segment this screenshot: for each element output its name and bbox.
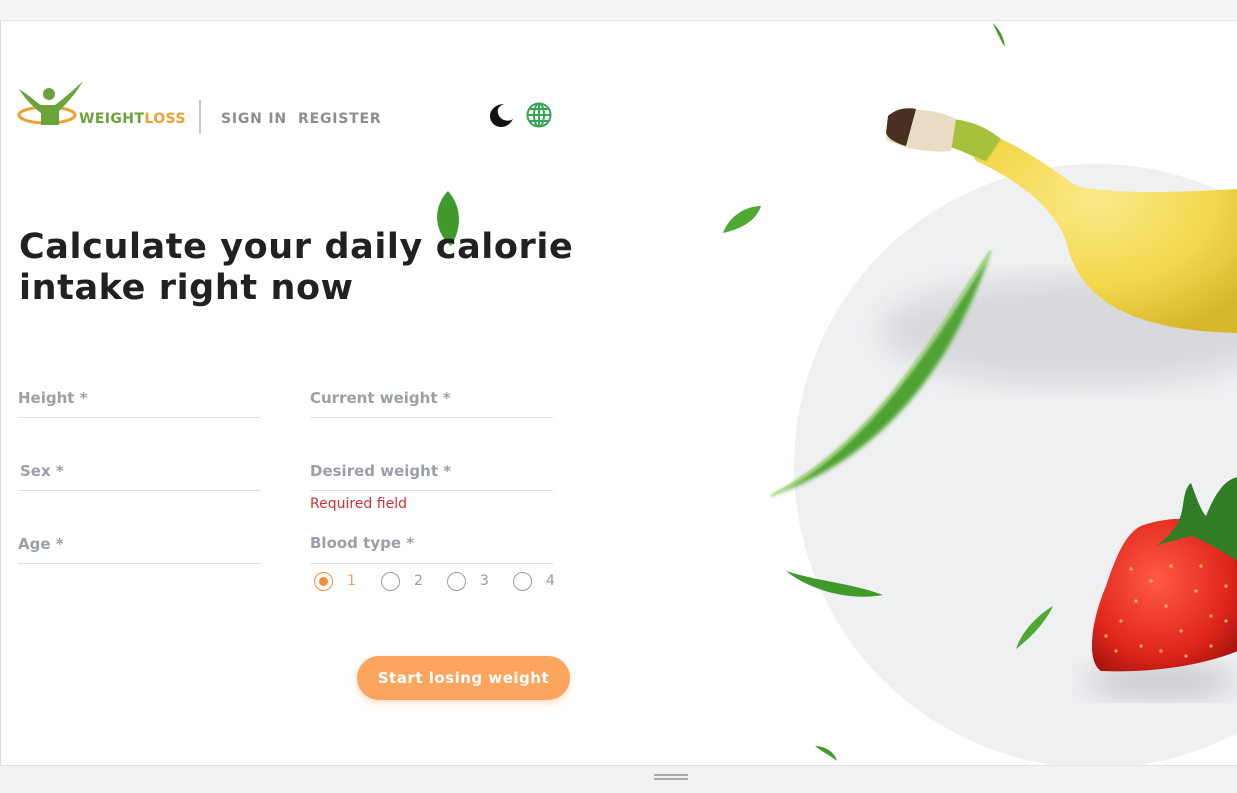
sign-in-link[interactable]: SIGN IN	[221, 111, 287, 127]
age-label: Age *	[18, 535, 64, 553]
blood-type-radio-3[interactable]: 3	[447, 571, 489, 591]
blurred-leaf	[771, 251, 991, 496]
current-weight-label: Current weight *	[310, 389, 451, 407]
blood-type-label: Blood type *	[310, 534, 415, 552]
blood-type-radio-1[interactable]: 1	[314, 571, 356, 591]
brand-name-part1: WEIGHT	[79, 111, 145, 127]
brand-name: WEIGHTLOSS	[79, 111, 186, 127]
radio-circle[interactable]	[314, 571, 333, 591]
bottom-bar	[0, 765, 1237, 793]
header-divider	[199, 100, 201, 134]
leaf	[723, 206, 761, 233]
banana	[886, 108, 1237, 333]
brand-name-part2: LOSS	[144, 111, 186, 127]
resize-handle[interactable]	[654, 774, 688, 782]
banana-shadow	[881, 276, 1237, 386]
leaf	[1016, 606, 1053, 649]
top-strip	[0, 0, 1237, 21]
leaf	[786, 571, 883, 597]
height-input[interactable]	[18, 417, 261, 418]
globe-icon[interactable]	[525, 101, 553, 129]
radio-circle[interactable]	[447, 571, 466, 591]
sex-label: Sex *	[20, 462, 64, 480]
radio-circle[interactable]	[513, 571, 532, 591]
weightloss-logo[interactable]	[17, 81, 187, 137]
radio-label: 1	[347, 573, 356, 589]
radio-label: 2	[414, 573, 423, 589]
leaf	[993, 23, 1005, 47]
strawberry	[1091, 477, 1237, 672]
title-line2: intake right now	[19, 268, 354, 308]
radio-label: 3	[480, 573, 489, 589]
age-input[interactable]	[18, 563, 261, 564]
desired-weight-error: Required field	[310, 496, 407, 512]
page-title: Calculate your daily calorie intake righ…	[19, 227, 579, 309]
title-line1: Calculate your daily calorie	[19, 227, 574, 267]
blood-type-radio-2[interactable]: 2	[381, 571, 423, 591]
current-weight-input[interactable]	[310, 417, 553, 418]
radio-label: 4	[546, 573, 555, 589]
leaf	[815, 746, 837, 761]
moon-icon[interactable]	[487, 101, 515, 129]
blood-type-radio-4[interactable]: 4	[513, 571, 555, 591]
calculator-page: WEIGHTLOSS SIGN IN REGISTER Calculate yo…	[0, 21, 1237, 765]
desired-weight-label: Desired weight *	[310, 462, 452, 480]
start-losing-weight-button[interactable]: Start losing weight	[357, 656, 570, 700]
desired-weight-input[interactable]	[310, 490, 553, 491]
height-label: Height *	[18, 389, 88, 407]
radio-circle[interactable]	[381, 571, 400, 591]
blood-type-underline	[310, 563, 553, 564]
background-circle	[794, 164, 1237, 765]
sex-input[interactable]	[18, 490, 261, 491]
register-link[interactable]: REGISTER	[298, 111, 381, 127]
